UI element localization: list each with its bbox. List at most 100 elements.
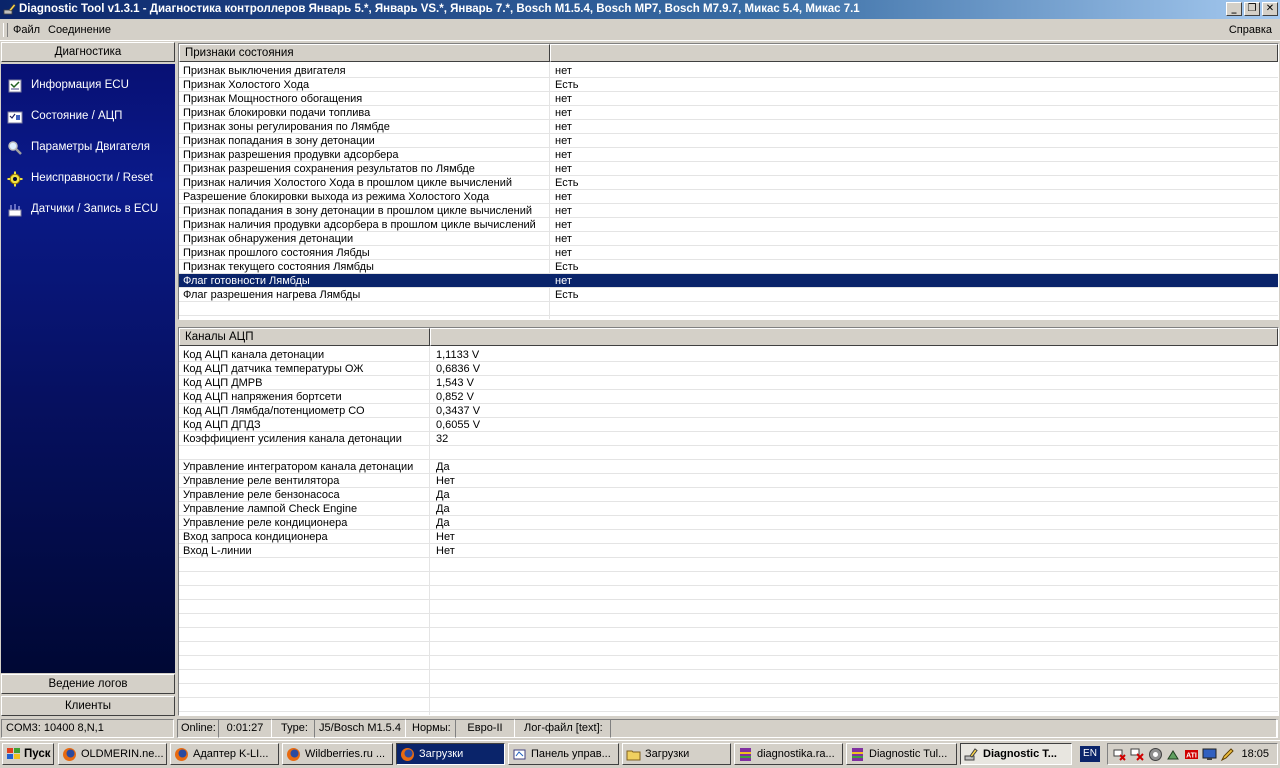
table-row[interactable]: [179, 628, 1278, 642]
cell-channel-name: [179, 698, 429, 712]
search-icon: [8, 141, 22, 155]
table-row[interactable]: Признак разрешения сохранения результато…: [179, 162, 1278, 176]
table-row[interactable]: [179, 558, 1278, 572]
close-button[interactable]: ✕: [1262, 2, 1278, 16]
restore-button[interactable]: ❐: [1244, 2, 1260, 16]
table-row[interactable]: [179, 642, 1278, 656]
ati-icon[interactable]: ATI: [1184, 747, 1199, 762]
column-header-channel[interactable]: Каналы АЦП: [179, 328, 430, 346]
clock[interactable]: 18:05: [1241, 748, 1269, 760]
cell-flag-name: Разрешение блокировки выхода из режима Х…: [183, 191, 490, 203]
table-row[interactable]: Код АЦП напряжения бортсети 0,852 V: [179, 390, 1278, 404]
taskbar-button[interactable]: Загрузки: [396, 743, 505, 765]
taskbar-button[interactable]: Wildberries.ru ...: [282, 743, 393, 765]
table-row[interactable]: Признак попадания в зону детонации нет: [179, 134, 1278, 148]
cell-channel-value: 1,543 V: [436, 377, 474, 389]
svg-text:ATI: ATI: [1186, 753, 1197, 760]
taskbar-button[interactable]: Адаптер K-LI...: [170, 743, 279, 765]
cell-channel-name: Код АЦП напряжения бортсети: [183, 391, 342, 403]
grid-header: Каналы АЦП: [179, 328, 1278, 346]
status-norms-label: Нормы:: [412, 722, 451, 734]
cell-flag-name: Признак наличия Холостого Хода в прошлом…: [183, 177, 513, 189]
table-row[interactable]: Коэффициент усиления канала детонации 32: [179, 432, 1278, 446]
table-row[interactable]: Признак зоны регулирования по Лямбде нет: [179, 120, 1278, 134]
cell-flag-value: нет: [555, 107, 572, 119]
cell-channel-value: [431, 684, 1278, 698]
table-row[interactable]: [179, 446, 1278, 460]
menu-file[interactable]: Файл: [13, 24, 40, 36]
menu-connection[interactable]: Соединение: [48, 24, 111, 36]
table-row[interactable]: Код АЦП Лямбда/потенциометр СО 0,3437 V: [179, 404, 1278, 418]
table-row[interactable]: [179, 614, 1278, 628]
network-icon[interactable]: [1112, 747, 1127, 762]
table-row[interactable]: Признак разрешения продувки адсорбера нет: [179, 148, 1278, 162]
sidebar-tab-diagnostics[interactable]: Диагностика: [1, 42, 175, 62]
taskbar-button[interactable]: Diagnostic T...: [960, 743, 1072, 765]
cell-channel-name: Управление реле кондиционера: [183, 517, 348, 529]
minimize-button[interactable]: _: [1226, 2, 1242, 16]
taskbar-button[interactable]: Diagnostic Tul...: [846, 743, 957, 765]
cell-flag-name: [179, 302, 549, 316]
table-row[interactable]: [179, 684, 1278, 698]
table-row[interactable]: [179, 600, 1278, 614]
start-button[interactable]: Пуск: [2, 743, 54, 765]
table-row[interactable]: Флаг разрешения нагрева Лямбды Есть: [179, 288, 1278, 302]
table-row[interactable]: Разрешение блокировки выхода из режима Х…: [179, 190, 1278, 204]
table-row[interactable]: Признак Мощностного обогащения нет: [179, 92, 1278, 106]
column-header-value[interactable]: [550, 44, 1278, 62]
taskbar-button-label: Адаптер K-LI...: [193, 748, 269, 760]
table-row[interactable]: [179, 572, 1278, 586]
table-row[interactable]: Управление реле бензонасоса Да: [179, 488, 1278, 502]
table-row[interactable]: Вход L-линии Нет: [179, 544, 1278, 558]
table-row[interactable]: Признак попадания в зону детонации в про…: [179, 204, 1278, 218]
table-row[interactable]: [179, 586, 1278, 600]
table-row[interactable]: Управление реле вентилятора Нет: [179, 474, 1278, 488]
table-row[interactable]: [179, 670, 1278, 684]
table-row[interactable]: Признак блокировки подачи топлива нет: [179, 106, 1278, 120]
title-bar[interactable]: Diagnostic Tool v1.3.1 - Диагностика кон…: [0, 0, 1280, 19]
display-icon[interactable]: [1202, 747, 1217, 762]
table-row[interactable]: Код АЦП датчика температуры ОЖ 0,6836 V: [179, 362, 1278, 376]
table-row[interactable]: Код АЦП ДМРВ 1,543 V: [179, 376, 1278, 390]
adc-channels-grid[interactable]: Каналы АЦП Код АЦП канала детонации 1,113…: [178, 327, 1279, 716]
language-indicator[interactable]: EN: [1080, 746, 1100, 762]
sidebar-tab-clients[interactable]: Клиенты: [1, 696, 175, 716]
taskbar-button-label: diagnostika.ra...: [757, 748, 835, 760]
taskbar-button[interactable]: diagnostika.ra...: [734, 743, 843, 765]
taskbar-button[interactable]: OLDMERIN.ne...: [58, 743, 167, 765]
sidebar-tab-logging[interactable]: Ведение логов: [1, 674, 175, 694]
menu-bar: Файл Соединение Справка: [0, 20, 1280, 41]
menu-help[interactable]: Справка: [1229, 24, 1272, 36]
column-header-value[interactable]: [430, 328, 1278, 346]
antivirus-icon[interactable]: [1148, 747, 1163, 762]
table-row[interactable]: Признак наличия продувки адсорбера в про…: [179, 218, 1278, 232]
table-row[interactable]: Признак прошлого состояния Лябды нет: [179, 246, 1278, 260]
table-row[interactable]: Вход запроса кондиционера Нет: [179, 530, 1278, 544]
column-header-flag[interactable]: Признаки состояния: [179, 44, 550, 62]
table-row-selected[interactable]: Флаг готовности Лямбды нет: [179, 274, 1278, 288]
table-row[interactable]: Признак обнаружения детонации нет: [179, 232, 1278, 246]
taskbar-button-label: Загрузки: [645, 748, 690, 760]
table-row[interactable]: Признак Холостого Хода Есть: [179, 78, 1278, 92]
table-row[interactable]: Управление лампой Check Engine Да: [179, 502, 1278, 516]
table-row[interactable]: Признак текущего состояния Лямбды Есть: [179, 260, 1278, 274]
cell-flag-value: Есть: [555, 289, 579, 301]
taskbar-button[interactable]: Загрузки: [622, 743, 731, 765]
network-disconnected-icon[interactable]: [1130, 747, 1145, 762]
safely-remove-icon[interactable]: [1166, 747, 1181, 762]
cell-flag-value: нет: [555, 233, 572, 245]
status-flags-grid[interactable]: Признаки состояния Признак выключения дв…: [178, 43, 1279, 320]
table-row[interactable]: Управление интегратором канала детонации…: [179, 460, 1278, 474]
pencil-icon[interactable]: [1220, 747, 1235, 762]
table-row[interactable]: Признак выключения двигателя нет: [179, 64, 1278, 78]
table-row[interactable]: Код АЦП канала детонации 1,1133 V: [179, 348, 1278, 362]
gear-icon: [7, 171, 23, 187]
table-row[interactable]: Управление реле кондиционера Да: [179, 516, 1278, 530]
table-row[interactable]: Признак наличия Холостого Хода в прошлом…: [179, 176, 1278, 190]
table-row[interactable]: [179, 656, 1278, 670]
table-row[interactable]: Код АЦП ДПДЗ 0,6055 V: [179, 418, 1278, 432]
taskbar-button[interactable]: Панель управ...: [508, 743, 619, 765]
cell-flag-name: Признак прошлого состояния Лябды: [183, 247, 370, 259]
table-row[interactable]: [179, 698, 1278, 712]
table-row[interactable]: [179, 302, 1278, 316]
